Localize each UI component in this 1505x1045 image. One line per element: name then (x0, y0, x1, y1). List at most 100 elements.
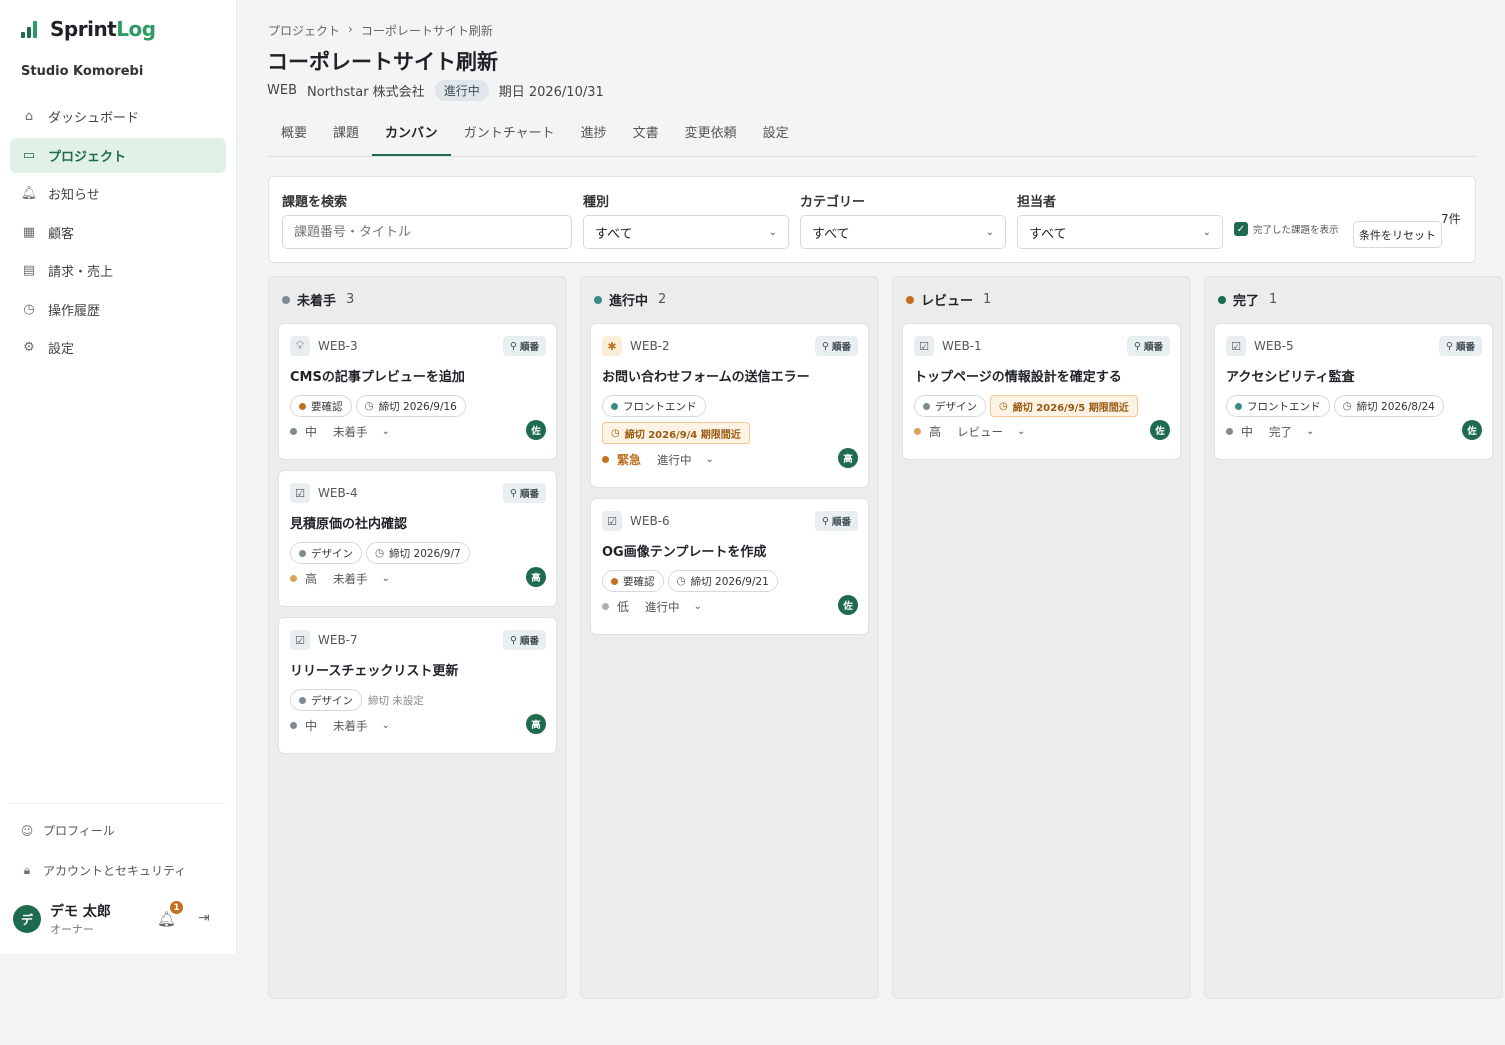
sidebar-item-clients[interactable]: ▦ 顧客 (10, 215, 226, 250)
issue-tags: デザイン 締切 未設定 (290, 689, 426, 711)
reset-filters-button[interactable]: 条件をリセット (1353, 221, 1442, 248)
issue-card[interactable]: ☑ WEB-5 ⚲ 順番 アクセシビリティ監査 フロントエンド ◷ 締切 2026/8/24 中… (1214, 323, 1493, 460)
check-square-icon: ☑ (914, 336, 934, 356)
assignee-avatar[interactable]: 佐 (838, 595, 858, 615)
priority-label[interactable]: 中 (305, 423, 317, 440)
issue-card[interactable]: ☑ WEB-4 ⚲ 順番 見積原価の社内確認 デザイン ◷ 締切 2026/9/7 高未着手 ⌄ 高 (278, 470, 557, 607)
breadcrumb-parent[interactable]: プロジェクト (268, 22, 340, 39)
issue-footer: 低進行中 ⌄ (602, 598, 702, 615)
status-select[interactable]: 未着手 (333, 424, 368, 440)
assignee-avatar[interactable]: 高 (838, 448, 858, 468)
tab-progress[interactable]: 進捗 (568, 118, 620, 156)
assignee-avatar[interactable]: 高 (526, 714, 546, 734)
security-link[interactable]: 🔒︎ アカウントとセキュリティ (20, 862, 186, 879)
order-button[interactable]: ⚲ 順番 (503, 483, 546, 503)
tab-issues[interactable]: 課題 (320, 118, 372, 156)
tab-overview[interactable]: 概要 (268, 118, 320, 156)
priority-label[interactable]: 高 (929, 423, 941, 440)
assignee-select[interactable]: すべて ⌄ (1017, 215, 1223, 249)
order-button[interactable]: ⚲ 順番 (1127, 336, 1170, 356)
tab-change-requests[interactable]: 変更依頼 (672, 118, 750, 156)
status-select[interactable]: 未着手 (333, 718, 368, 734)
issue-id[interactable]: WEB-6 (630, 514, 670, 528)
issue-title[interactable]: アクセシビリティ監査 (1226, 366, 1355, 385)
logout-icon[interactable]: ⇥ (198, 910, 210, 926)
issue-id[interactable]: WEB-7 (318, 633, 358, 647)
priority-label[interactable]: 中 (1241, 423, 1253, 440)
assignee-avatar[interactable]: 高 (526, 567, 546, 587)
tab-kanban[interactable]: カンバン (372, 118, 451, 156)
issue-card[interactable]: 💡︎ WEB-3 ⚲ 順番 CMSの記事プレビューを追加 要確認 ◷ 締切 2026/9/16… (278, 323, 557, 460)
issue-id[interactable]: WEB-1 (942, 339, 982, 353)
issue-card[interactable]: ☑ WEB-7 ⚲ 順番 リリースチェックリスト更新 デザイン 締切 未設定中未着手 ⌄ 高 (278, 617, 557, 754)
column-title: レビュー (921, 294, 974, 309)
order-button[interactable]: ⚲ 順番 (503, 630, 546, 650)
tag-dot (299, 549, 306, 557)
chevron-down-icon[interactable]: ⌄ (706, 454, 714, 465)
tab-documents[interactable]: 文書 (620, 118, 672, 156)
assignee-avatar[interactable]: 佐 (1462, 420, 1482, 440)
app-logo[interactable]: SprintLog (20, 17, 156, 41)
sidebar-item-notices[interactable]: 🔔︎ お知らせ (10, 176, 226, 211)
issue-title[interactable]: お問い合わせフォームの送信エラー (602, 366, 810, 385)
priority-label[interactable]: 低 (617, 598, 629, 615)
profile-link[interactable]: ☺ プロフィール (20, 822, 115, 839)
order-button[interactable]: ⚲ 順番 (815, 511, 858, 531)
sidebar-item-dashboard[interactable]: ⌂ ダッシュボード (10, 99, 226, 134)
issue-id[interactable]: WEB-4 (318, 486, 358, 500)
tab-gantt[interactable]: ガントチャート (451, 118, 568, 156)
issue-footer: 中未着手 ⌄ (290, 423, 390, 440)
search-input[interactable] (282, 215, 572, 249)
chevron-down-icon[interactable]: ⌄ (694, 601, 702, 612)
category-tag: デザイン (914, 395, 986, 417)
assignee-avatar[interactable]: 佐 (1150, 420, 1170, 440)
issue-title[interactable]: トップページの情報設計を確定する (914, 366, 1122, 385)
status-select[interactable]: 進行中 (645, 599, 680, 615)
sidebar-item-history[interactable]: ◷ 操作履歴 (10, 292, 226, 327)
assignee-label: 担当者 (1017, 195, 1057, 210)
order-button[interactable]: ⚲ 順番 (1439, 336, 1482, 356)
column-status-dot (906, 295, 914, 304)
issue-card[interactable]: ✱ WEB-2 ⚲ 順番 お問い合わせフォームの送信エラー フロントエンド ◷ 締切 2026… (590, 323, 869, 488)
category-select[interactable]: すべて ⌄ (800, 215, 1006, 249)
status-select[interactable]: 未着手 (333, 571, 368, 587)
issue-card[interactable]: ☑ WEB-6 ⚲ 順番 OG画像テンプレートを作成 要確認 ◷ 締切 2026/9/21 低進… (590, 498, 869, 635)
issue-title[interactable]: CMSの記事プレビューを追加 (290, 366, 465, 385)
show-done-toggle[interactable]: ✓ 完了した課題を表示 (1234, 222, 1339, 236)
order-button[interactable]: ⚲ 順番 (503, 336, 546, 356)
status-select[interactable]: 完了 (1269, 424, 1292, 440)
chevron-down-icon[interactable]: ⌄ (382, 720, 390, 731)
chevron-down-icon[interactable]: ⌄ (1306, 426, 1314, 437)
status-select[interactable]: 進行中 (657, 452, 692, 468)
issue-id[interactable]: WEB-3 (318, 339, 358, 353)
priority-label[interactable]: 緊急 (617, 451, 641, 468)
priority-label[interactable]: 中 (305, 717, 317, 734)
priority-label[interactable]: 高 (305, 570, 317, 587)
column-status-dot (282, 295, 290, 304)
checkbox-checked-icon[interactable]: ✓ (1234, 222, 1248, 236)
sidebar-item-settings[interactable]: ⚙ 設定 (10, 330, 226, 365)
chevron-down-icon[interactable]: ⌄ (382, 573, 390, 584)
column-title: 進行中 (609, 294, 649, 309)
issue-title[interactable]: OG画像テンプレートを作成 (602, 541, 766, 560)
tab-settings[interactable]: 設定 (750, 118, 802, 156)
order-button[interactable]: ⚲ 順番 (815, 336, 858, 356)
chevron-down-icon[interactable]: ⌄ (382, 426, 390, 437)
status-badge: 進行中 (434, 80, 489, 101)
issue-card[interactable]: ☑ WEB-1 ⚲ 順番 トップページの情報設計を確定する デザイン ◷ 締切 2026/9/… (902, 323, 1181, 460)
issue-id[interactable]: WEB-5 (1254, 339, 1294, 353)
chevron-down-icon[interactable]: ⌄ (1017, 426, 1025, 437)
issue-title[interactable]: 見積原価の社内確認 (290, 513, 407, 532)
issue-id[interactable]: WEB-2 (630, 339, 670, 353)
sidebar-item-billing[interactable]: ▤ 請求・売上 (10, 253, 226, 288)
issue-footer: 中未着手 ⌄ (290, 717, 390, 734)
status-select[interactable]: レビュー (957, 424, 1003, 440)
sidebar-item-projects[interactable]: ▭ プロジェクト (10, 137, 226, 173)
issue-title[interactable]: リリースチェックリスト更新 (290, 660, 458, 679)
user-menu[interactable]: デ デモ 太郎 オーナー (13, 901, 111, 937)
deadline-warning-tag: ◷ 締切 2026/9/5 期限間近 (990, 395, 1138, 417)
clock-icon: ◷ (999, 400, 1008, 412)
type-select[interactable]: すべて ⌄ (583, 215, 789, 249)
column-count: 3 (346, 292, 355, 307)
assignee-avatar[interactable]: 佐 (526, 420, 546, 440)
